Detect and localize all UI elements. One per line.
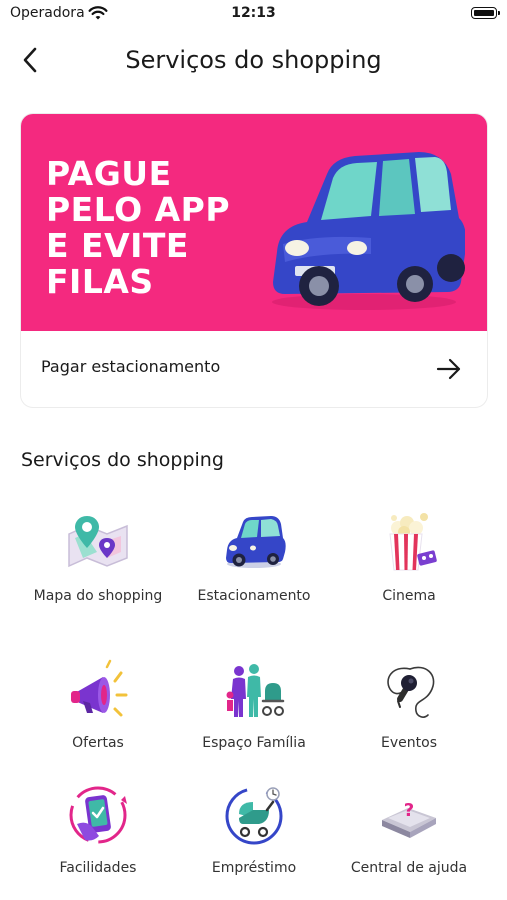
pay-parking-label: Pagar estacionamento <box>41 357 221 376</box>
section-title: Serviços do shopping <box>21 449 224 471</box>
service-emprestimo[interactable]: Empréstimo <box>174 780 334 879</box>
service-label: Estacionamento <box>197 588 311 604</box>
battery-icon <box>471 7 500 19</box>
svg-text:?: ? <box>404 800 414 821</box>
service-eventos[interactable]: Eventos <box>329 655 489 754</box>
help-box-icon: ? <box>382 800 436 838</box>
stroller-icon <box>225 787 283 845</box>
service-central-de-ajuda[interactable]: ? Central de ajuda <box>329 780 489 879</box>
page-title: Serviços do shopping <box>125 46 382 74</box>
status-bar: Operadora 12:13 <box>0 0 507 30</box>
service-label: Cinema <box>382 588 436 604</box>
service-estacionamento[interactable]: Estacionamento <box>174 508 334 607</box>
service-label: Facilidades <box>59 860 137 876</box>
service-label: Eventos <box>381 735 437 751</box>
map-icon <box>68 516 128 568</box>
popcorn-icon <box>389 513 437 571</box>
arrow-right-icon <box>436 358 461 380</box>
service-ofertas[interactable]: Ofertas <box>18 655 178 754</box>
promo-banner[interactable]: PAGUE PELO APP E EVITE FILAS <box>21 114 487 331</box>
service-label: Central de ajuda <box>350 860 468 876</box>
service-label: Empréstimo <box>211 860 297 876</box>
promo-headline: PAGUE PELO APP E EVITE FILAS <box>46 154 231 301</box>
service-espaco-familia[interactable]: Espaço Família <box>174 655 334 754</box>
car-icon <box>226 516 286 568</box>
pay-parking-button[interactable]: Pagar estacionamento <box>21 331 487 407</box>
megaphone-icon <box>71 659 128 717</box>
service-label: Espaço Família <box>202 735 306 751</box>
microphone-icon <box>387 666 435 718</box>
service-cinema[interactable]: Cinema <box>329 508 489 607</box>
family-icon <box>226 664 285 717</box>
service-facilidades[interactable]: Facilidades <box>18 780 178 879</box>
service-mapa-do-shopping[interactable]: Mapa do shopping <box>18 508 178 607</box>
clock: 12:13 <box>231 5 276 21</box>
parking-promo-card: PAGUE PELO APP E EVITE FILAS Pagar estac… <box>21 114 487 407</box>
car-illustration-icon <box>272 152 465 310</box>
phone-icon <box>69 786 127 844</box>
service-label: Mapa do shopping <box>33 588 163 604</box>
service-label: Ofertas <box>72 735 124 751</box>
